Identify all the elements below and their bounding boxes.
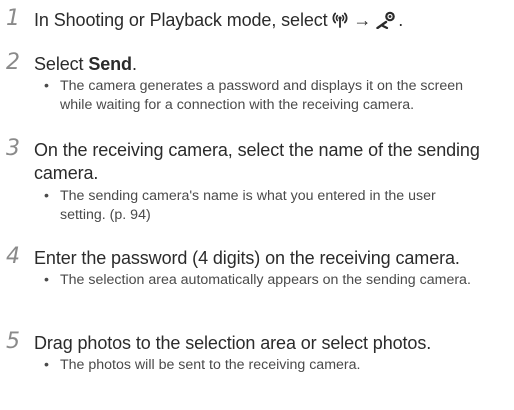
- step-text-after: .: [131, 54, 137, 74]
- bullet-text: The photos will be sent to the receiving…: [60, 357, 361, 373]
- step-number: 3: [6, 136, 20, 161]
- step-text: Enter the password (4 digits) on the rec…: [34, 248, 460, 268]
- step-text: On the receiving camera, select the name…: [34, 140, 480, 183]
- step-text: Drag photos to the selection area or sel…: [34, 333, 432, 353]
- step-number: 4: [6, 244, 20, 269]
- bullet-text: The sending camera's name is what you en…: [60, 188, 436, 223]
- step-number: 5: [6, 329, 20, 354]
- instruction-page: 1 In Shooting or Playback mode, select →…: [0, 0, 514, 410]
- bullet-dot: •: [44, 78, 49, 94]
- bullet-text: The selection area automatically appears…: [60, 272, 471, 288]
- bullet-dot: •: [44, 357, 49, 373]
- step-text: In Shooting or Playback mode, select → .: [34, 9, 510, 35]
- step-text-before: In Shooting or Playback mode, select: [34, 10, 333, 30]
- arrow-text: →: [353, 10, 372, 30]
- bullet-dot: •: [44, 272, 49, 288]
- step-text-after: .: [398, 10, 404, 30]
- bullet-text: The camera generates a password and disp…: [60, 78, 463, 113]
- step-number: 1: [6, 6, 20, 31]
- step-text-before: Select: [34, 54, 89, 74]
- send-menu-label: Send: [88, 54, 132, 74]
- bullet-dot: •: [44, 188, 49, 204]
- camera-mode-icon: [376, 11, 398, 35]
- wifi-mode-icon: [332, 11, 348, 35]
- step-text: Select Send.: [34, 53, 510, 76]
- step-number: 2: [6, 50, 20, 75]
